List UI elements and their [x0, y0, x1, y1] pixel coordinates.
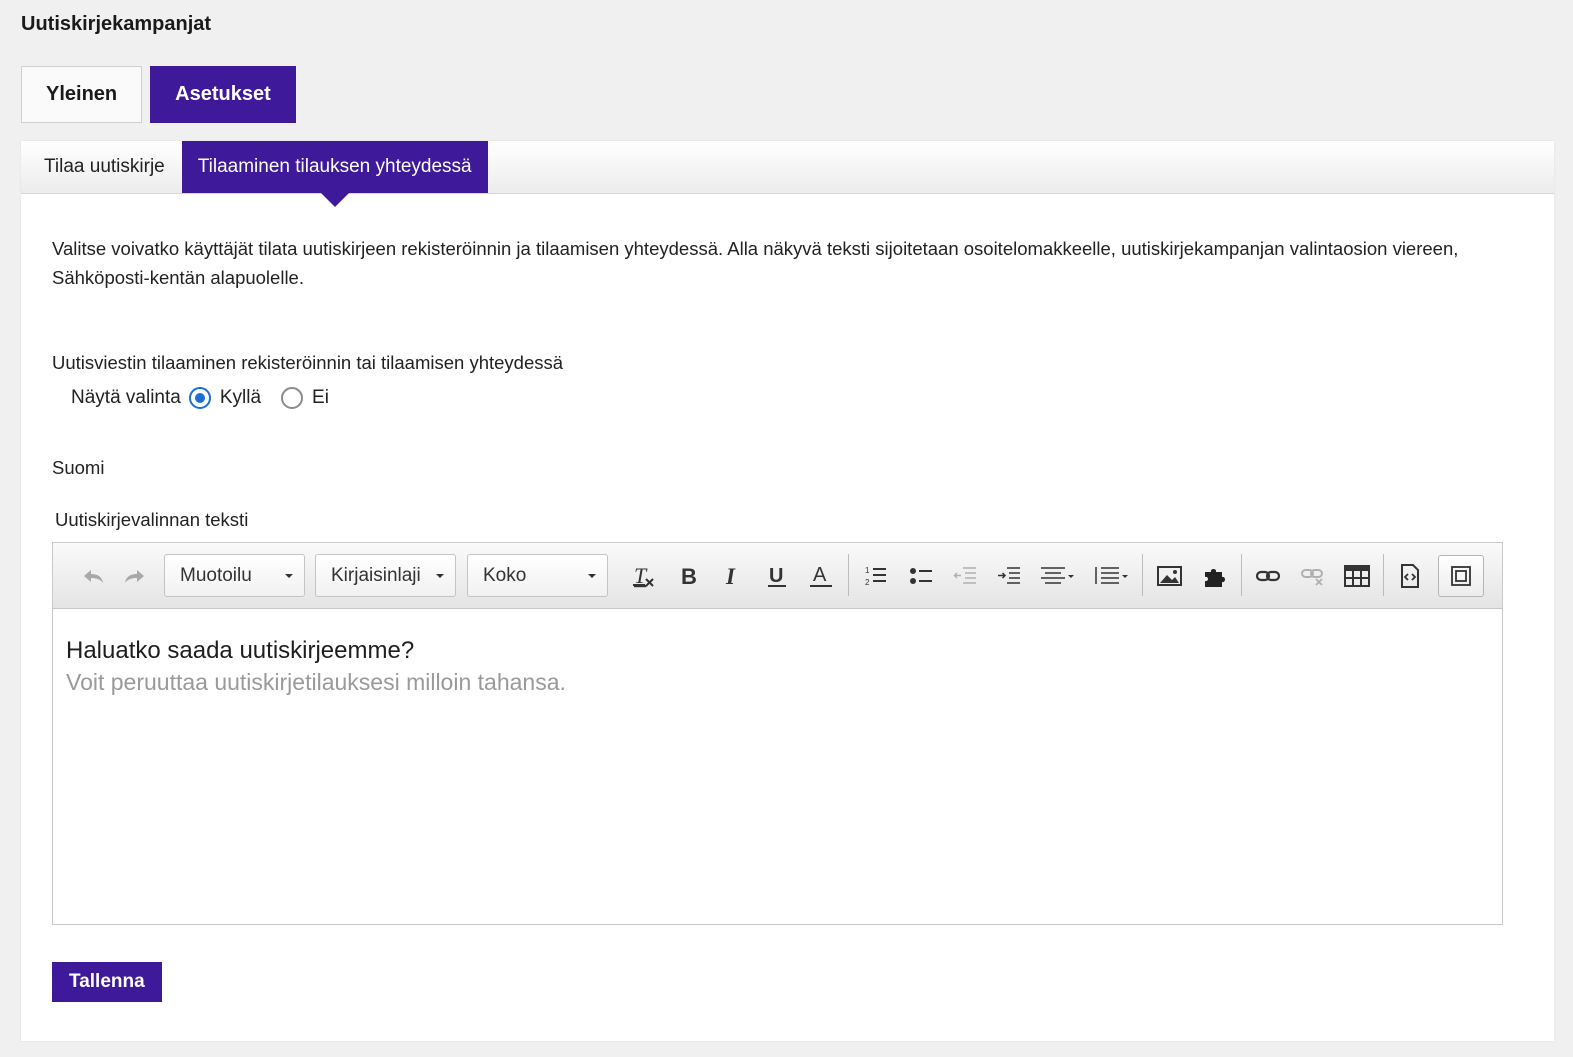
format-dropdown-label: Muotoilu	[180, 564, 252, 586]
language-label: Suomi	[52, 457, 105, 478]
show-option-label: Näytä valinta	[71, 387, 181, 408]
radio-kylla-label[interactable]: Kyllä	[220, 387, 261, 409]
underline-icon[interactable]: U	[759, 556, 795, 596]
size-dropdown[interactable]: Koko	[467, 554, 608, 597]
font-dropdown-label: Kirjaisinlaji	[331, 564, 421, 586]
svg-text:U: U	[769, 565, 783, 587]
show-option-radio-group: Näytä valinta Kyllä Ei	[71, 387, 329, 409]
chevron-down-icon	[436, 574, 444, 578]
svg-text:I: I	[725, 564, 736, 588]
fullscreen-icon[interactable]	[1438, 555, 1484, 597]
editor-content-area[interactable]: Haluatko saada uutiskirjeemme? Voit peru…	[53, 609, 1502, 726]
radio-ei[interactable]	[281, 387, 304, 409]
bold-icon[interactable]: B	[670, 556, 706, 596]
remove-format-icon[interactable]: T	[626, 556, 662, 596]
source-code-icon[interactable]	[1392, 556, 1428, 596]
tab-asetukset[interactable]: Asetukset	[150, 66, 296, 123]
svg-text:1: 1	[865, 566, 870, 575]
undo-icon[interactable]	[75, 556, 111, 596]
radio-ei-label[interactable]: Ei	[312, 387, 329, 409]
bulleted-list-icon[interactable]	[903, 556, 939, 596]
page-title: Uutiskirjekampanjat	[21, 13, 212, 35]
svg-text:A: A	[813, 564, 827, 586]
subtab-tilaaminen-tilauksen-yhteydessa[interactable]: Tilaaminen tilauksen yhteydessä	[181, 141, 488, 207]
plugin-puzzle-icon[interactable]	[1196, 556, 1232, 596]
line-height-icon[interactable]	[1089, 556, 1135, 596]
redo-icon[interactable]	[117, 556, 153, 596]
indent-icon[interactable]	[991, 556, 1027, 596]
description-text: Valitse voivatko käyttäjät tilata uutisk…	[52, 238, 1459, 288]
subtab-tilaa-uutiskirje[interactable]: Tilaa uutiskirje	[21, 141, 182, 193]
font-dropdown[interactable]: Kirjaisinlaji	[315, 554, 456, 597]
svg-text:B: B	[681, 564, 697, 588]
sub-tabs: Tilaa uutiskirje Tilaaminen tilauksen yh…	[21, 141, 1554, 207]
text-color-icon[interactable]: A	[803, 556, 839, 596]
image-icon[interactable]	[1152, 556, 1188, 596]
save-button[interactable]: Tallenna	[52, 962, 162, 1002]
editor-content-heading: Haluatko saada uutiskirjeemme?	[66, 637, 415, 664]
rich-text-editor: Muotoilu Kirjaisinlaji Koko T B I U A 1 …	[52, 542, 1503, 925]
italic-icon[interactable]: I	[714, 556, 750, 596]
settings-panel: Tilaa uutiskirje Tilaaminen tilauksen yh…	[21, 141, 1554, 1041]
editor-label: Uutiskirjevalinnan teksti	[55, 509, 249, 530]
editor-content-subtext: Voit peruuttaa uutiskirjetilauksesi mill…	[66, 669, 566, 695]
link-icon[interactable]	[1250, 556, 1286, 596]
top-tabs: Yleinen Asetukset	[21, 66, 296, 123]
numbered-list-icon[interactable]: 12	[858, 556, 894, 596]
align-dropdown-icon[interactable]	[1035, 556, 1081, 596]
tab-yleinen[interactable]: Yleinen	[21, 66, 143, 123]
svg-text:2: 2	[865, 578, 870, 587]
table-icon[interactable]	[1339, 556, 1375, 596]
size-dropdown-label: Koko	[483, 564, 527, 586]
unlink-icon[interactable]	[1295, 556, 1331, 596]
editor-toolbar: Muotoilu Kirjaisinlaji Koko T B I U A 1 …	[53, 543, 1502, 609]
outdent-icon[interactable]	[947, 556, 983, 596]
subscription-field-label: Uutisviestin tilaaminen rekisteröinnin t…	[52, 352, 564, 373]
chevron-down-icon	[285, 574, 293, 578]
format-dropdown[interactable]: Muotoilu	[164, 554, 305, 597]
radio-kylla[interactable]	[188, 387, 211, 409]
chevron-down-icon	[588, 574, 596, 578]
